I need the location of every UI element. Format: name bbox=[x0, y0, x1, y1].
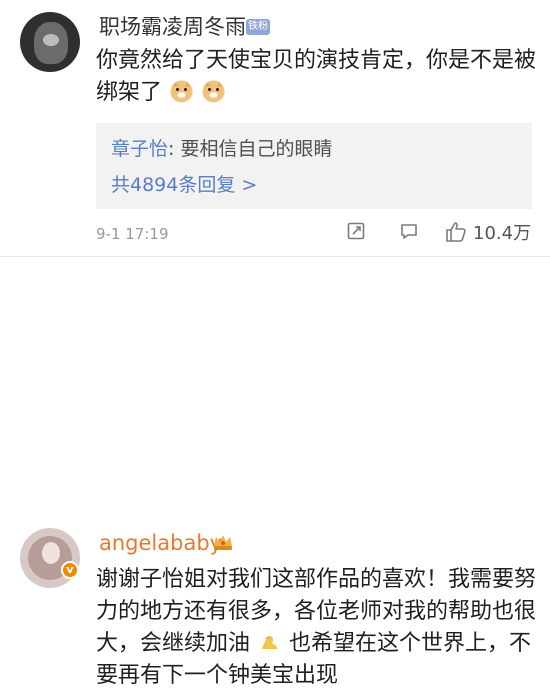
crown-icon bbox=[212, 532, 234, 552]
doge-icon bbox=[201, 79, 226, 104]
comment-text: 谢谢子怡姐对我们这部作品的喜欢！我需要努力的地方还有很多，各位老师对我的帮助也很… bbox=[96, 564, 536, 692]
username[interactable]: 职场霸凌周冬雨 bbox=[99, 14, 246, 40]
verified-badge: v bbox=[61, 561, 79, 579]
comment-icon[interactable] bbox=[399, 221, 419, 241]
comment-item: 职场霸凌周冬雨 铁粉 你竟然给了天使宝贝的演技肯定，你是不是被绑架了 章子怡: … bbox=[0, 0, 550, 256]
reply-text: : 要相信自己的眼睛 bbox=[168, 138, 333, 160]
flexed-biceps-icon bbox=[257, 630, 282, 655]
more-replies-link[interactable]: 共4894条回复 > bbox=[111, 173, 257, 197]
username[interactable]: angelababy bbox=[99, 530, 222, 556]
like-count: 10.4万 bbox=[473, 223, 532, 244]
reply-preview[interactable]: 章子怡: 要相信自己的眼睛 共4894条回复 > bbox=[96, 123, 532, 209]
fan-badge: 铁粉 bbox=[246, 19, 270, 35]
doge-icon bbox=[169, 79, 194, 104]
share-icon[interactable] bbox=[346, 221, 366, 241]
avatar-highlight bbox=[43, 34, 59, 46]
comment-item: v angelababy 谢谢子怡姐对我们这部作品的喜欢！我需要努力的地方还有很… bbox=[0, 256, 550, 688]
comment-body: 你竟然给了天使宝贝的演技肯定，你是不是被绑架了 bbox=[96, 48, 537, 105]
reply-line: 章子怡: 要相信自己的眼睛 bbox=[111, 137, 332, 161]
like-icon[interactable] bbox=[444, 220, 468, 244]
avatar[interactable] bbox=[20, 12, 80, 72]
comment-text: 你竟然给了天使宝贝的演技肯定，你是不是被绑架了 bbox=[96, 45, 536, 109]
timestamp: 9-1 17:19 bbox=[96, 225, 169, 243]
avatar-face bbox=[42, 542, 60, 564]
reply-author[interactable]: 章子怡 bbox=[111, 138, 168, 160]
avatar[interactable] bbox=[20, 528, 80, 588]
